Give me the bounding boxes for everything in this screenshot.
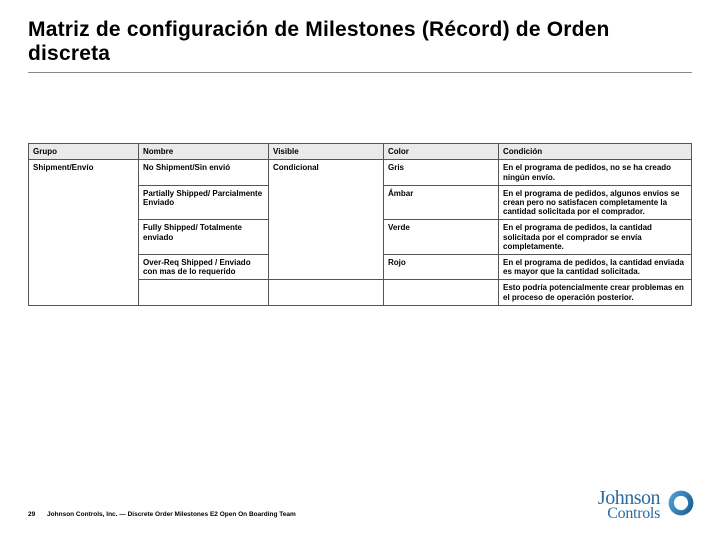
- table-header-row: Grupo Nombre Visible Color Condición: [29, 144, 692, 160]
- cell-note: Esto podría potencialmente crear problem…: [499, 280, 692, 305]
- cell-condicion: En el programa de pedidos, la cantidad e…: [499, 254, 692, 279]
- cell-empty: [139, 280, 269, 305]
- milestone-table: Grupo Nombre Visible Color Condición Shi…: [28, 143, 692, 305]
- page-title: Matriz de configuración de Milestones (R…: [28, 18, 692, 66]
- col-header-condicion: Condición: [499, 144, 692, 160]
- col-header-nombre: Nombre: [139, 144, 269, 160]
- cell-empty: [384, 280, 499, 305]
- title-rule: [28, 72, 692, 73]
- cell-condicion: En el programa de pedidos, algunos envío…: [499, 185, 692, 220]
- cell-color: Gris: [384, 160, 499, 185]
- cell-nombre: No Shipment/Sin envió: [139, 160, 269, 185]
- slide: Matriz de configuración de Milestones (R…: [0, 0, 720, 540]
- logo-line2: Controls: [598, 506, 660, 522]
- cell-condicion: En el programa de pedidos, no se ha crea…: [499, 160, 692, 185]
- cell-nombre: Fully Shipped/ Totalmente enviado: [139, 220, 269, 255]
- cell-color: Ámbar: [384, 185, 499, 220]
- footer: 29 Johnson Controls, Inc. — Discrete Ord…: [28, 511, 296, 518]
- cell-color: Rojo: [384, 254, 499, 279]
- cell-empty: [269, 280, 384, 305]
- col-header-grupo: Grupo: [29, 144, 139, 160]
- cell-condicion: En el programa de pedidos, la cantidad s…: [499, 220, 692, 255]
- col-header-color: Color: [384, 144, 499, 160]
- brand-logo: Johnson Controls: [598, 488, 696, 522]
- logo-ring-icon: [666, 488, 696, 518]
- footer-text: Johnson Controls, Inc. — Discrete Order …: [47, 511, 296, 518]
- cell-color: Verde: [384, 220, 499, 255]
- col-header-visible: Visible: [269, 144, 384, 160]
- cell-visible: Condicional: [269, 160, 384, 280]
- page-number: 29: [28, 511, 35, 518]
- cell-nombre: Partially Shipped/ Parcialmente Enviado: [139, 185, 269, 220]
- cell-nombre: Over-Req Shipped / Enviado con mas de lo…: [139, 254, 269, 279]
- cell-grupo: Shipment/Envío: [29, 160, 139, 305]
- table-row: Shipment/Envío No Shipment/Sin envió Con…: [29, 160, 692, 185]
